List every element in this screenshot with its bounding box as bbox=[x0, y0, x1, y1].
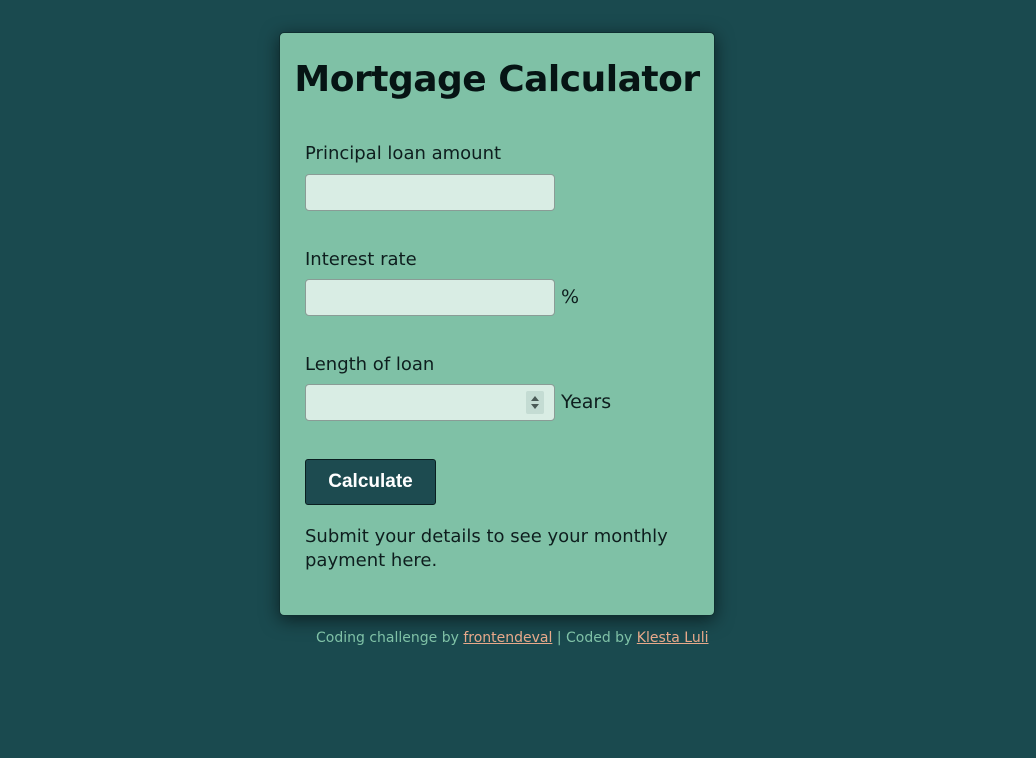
calculator-card: Mortgage Calculator Principal loan amoun… bbox=[279, 32, 715, 616]
spinner-arrows-icon[interactable] bbox=[526, 391, 544, 414]
interest-rate-label: Interest rate bbox=[305, 249, 417, 270]
principal-label: Principal loan amount bbox=[305, 143, 502, 164]
loan-length-label: Length of loan bbox=[305, 354, 435, 375]
loan-length-unit: Years bbox=[561, 391, 612, 413]
frontendeval-link[interactable]: frontendeval bbox=[463, 630, 552, 646]
spinner-up-icon[interactable] bbox=[531, 396, 539, 401]
spinner-down-icon[interactable] bbox=[531, 404, 539, 409]
footer-prefix: Coding challenge by bbox=[316, 630, 464, 646]
page-title: Mortgage Calculator bbox=[294, 59, 700, 100]
calculate-button[interactable]: Calculate bbox=[305, 459, 436, 505]
interest-rate-input[interactable] bbox=[305, 279, 555, 316]
author-link[interactable]: Klesta Luli bbox=[637, 630, 709, 646]
footer-separator: | Coded by bbox=[552, 630, 637, 646]
loan-length-input[interactable] bbox=[305, 384, 555, 421]
monthly-payment-result: Submit your details to see your monthly … bbox=[305, 526, 668, 571]
principal-input[interactable] bbox=[305, 174, 555, 211]
interest-rate-unit: % bbox=[561, 286, 580, 308]
